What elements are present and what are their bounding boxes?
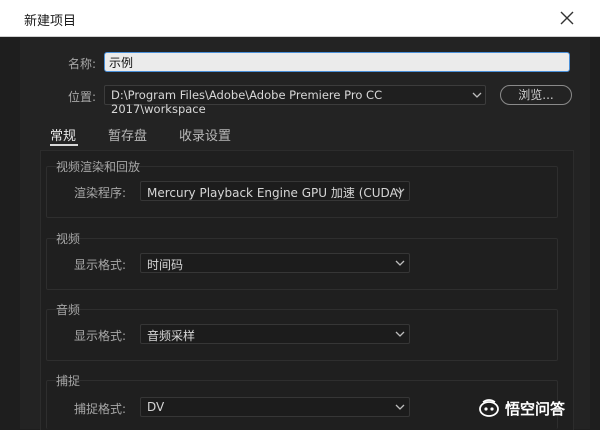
renderer-label: 渲染程序: bbox=[74, 186, 127, 200]
location-label: 位置: bbox=[68, 90, 97, 104]
capture-format-select[interactable]: DV bbox=[140, 397, 410, 417]
chevron-down-icon bbox=[395, 260, 405, 266]
tab-ingest-settings[interactable]: 收录设置 bbox=[179, 125, 231, 144]
renderer-value: Mercury Playback Engine GPU 加速 (CUDA) bbox=[147, 186, 403, 200]
name-label: 名称: bbox=[68, 57, 97, 71]
active-tab-indicator bbox=[50, 144, 78, 146]
browse-button[interactable]: 浏览... bbox=[500, 85, 572, 105]
audio-display-format-value: 音频采样 bbox=[147, 329, 196, 343]
watermark: 悟空问答 bbox=[478, 396, 565, 420]
chevron-down-icon bbox=[395, 188, 405, 194]
video-display-format-label: 显示格式: bbox=[74, 258, 127, 272]
chevron-down-icon bbox=[395, 331, 405, 337]
tab-scratch-disks[interactable]: 暂存盘 bbox=[108, 125, 147, 144]
capture-format-label: 捕捉格式: bbox=[74, 402, 127, 416]
wukong-logo-icon bbox=[479, 399, 499, 417]
audio-display-format-label: 显示格式: bbox=[74, 329, 127, 343]
group-title-video: 视频 bbox=[56, 232, 81, 246]
watermark-text: 悟空问答 bbox=[505, 399, 566, 418]
capture-format-value: DV bbox=[147, 400, 165, 414]
name-input[interactable] bbox=[104, 52, 570, 72]
group-title-video-rendering: 视频渲染和回放 bbox=[56, 160, 141, 174]
dialog-title-bar: 新建项目 bbox=[0, 0, 600, 37]
group-title-capture: 捕捉 bbox=[56, 374, 81, 388]
tab-general[interactable]: 常规 bbox=[50, 125, 76, 144]
audio-display-format-select[interactable]: 音频采样 bbox=[140, 324, 410, 344]
group-title-audio: 音频 bbox=[56, 303, 81, 317]
video-display-format-value: 时间码 bbox=[147, 258, 184, 272]
close-icon[interactable] bbox=[555, 6, 579, 30]
video-display-format-select[interactable]: 时间码 bbox=[140, 253, 410, 273]
location-select[interactable]: D:\Program Files\Adobe\Adobe Premiere Pr… bbox=[104, 85, 486, 116]
chevron-down-icon bbox=[472, 92, 482, 98]
chevron-down-icon bbox=[395, 404, 405, 410]
renderer-select[interactable]: Mercury Playback Engine GPU 加速 (CUDA) bbox=[140, 181, 410, 201]
dialog-title: 新建项目 bbox=[24, 14, 77, 29]
